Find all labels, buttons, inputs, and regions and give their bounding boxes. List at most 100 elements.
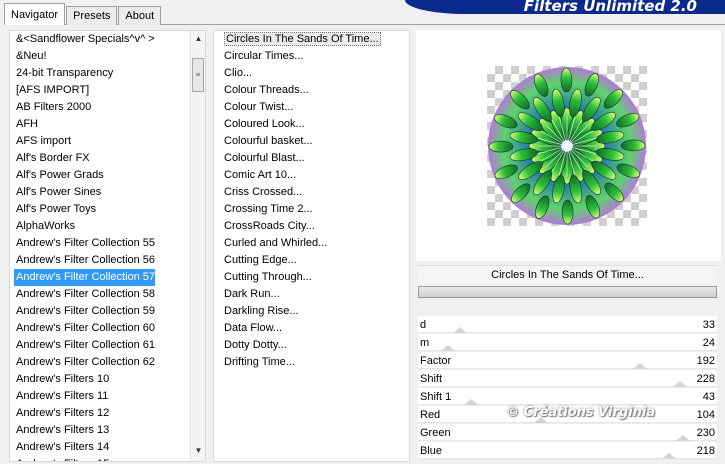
filter-item[interactable]: Comic Art 10... <box>214 167 409 184</box>
category-item[interactable]: AB Filters 2000 <box>10 99 205 116</box>
filter-item-label: Colour Threads... <box>224 84 309 96</box>
filter-item[interactable]: Cutting Edge... <box>214 252 409 269</box>
filter-item[interactable]: Cutting Through... <box>214 269 409 286</box>
slider-track <box>418 350 717 351</box>
category-item[interactable]: Alf's Power Sines <box>10 184 205 201</box>
category-item[interactable]: Andrew's Filter Collection 62 <box>10 354 205 371</box>
banner-title: Filters Unlimited 2.0 <box>523 0 697 14</box>
category-item[interactable]: Andrew's Filter Collection 60 <box>10 320 205 337</box>
filter-item[interactable]: Circular Times... <box>214 48 409 65</box>
category-item[interactable]: Andrew's Filters 11 <box>10 388 205 405</box>
filter-item[interactable]: Data Flow... <box>214 320 409 337</box>
filter-item[interactable]: CrossRoads City... <box>214 218 409 235</box>
param-slider[interactable]: Shift 228 <box>418 370 717 388</box>
filter-item-label: Clio... <box>224 67 253 79</box>
filter-item[interactable]: Colourful Blast... <box>214 150 409 167</box>
filter-item-label: Circular Times... <box>224 50 304 62</box>
filter-title: Circles In The Sands Of Time... <box>418 265 717 284</box>
filter-list[interactable]: Circles In The Sands Of Time... Circular … <box>213 30 410 462</box>
slider-thumb[interactable] <box>441 345 456 351</box>
slider-thumb[interactable] <box>661 453 676 459</box>
category-item[interactable]: Alf's Border FX <box>10 150 205 167</box>
scroll-thumb[interactable]: ≡ <box>192 58 204 92</box>
filter-item[interactable]: Dotty Dotty... <box>214 337 409 354</box>
filter-item-label: Colourful basket... <box>224 135 313 147</box>
category-item[interactable]: Andrew's Filter Collection 56 <box>10 252 205 269</box>
preview-petal <box>560 67 573 93</box>
slider-track <box>418 422 717 423</box>
category-item[interactable]: Andrew's Filter Collection 61 <box>10 337 205 354</box>
preview-pane <box>416 30 721 261</box>
category-item[interactable]: Andrew's Filters 10 <box>10 371 205 388</box>
filter-item[interactable]: Criss Crossed... <box>214 184 409 201</box>
filter-item-label: Criss Crossed... <box>224 186 303 198</box>
category-item[interactable]: Andrew's Filter Collection 59 <box>10 303 205 320</box>
tab-strip: Navigator Presets About <box>4 3 162 25</box>
category-item[interactable]: AlphaWorks <box>10 218 205 235</box>
category-item[interactable]: AFH <box>10 116 205 133</box>
tab-about[interactable]: About <box>118 6 162 25</box>
filter-items: Circles In The Sands Of Time... Circular … <box>214 31 409 371</box>
filter-item[interactable]: Coloured Look... <box>214 116 409 133</box>
category-item[interactable]: Andrew's Filter Collection 55 <box>10 235 205 252</box>
filter-item[interactable]: Curled and Whirled... <box>214 235 409 252</box>
filter-item[interactable]: Colourful basket... <box>214 133 409 150</box>
slider-track <box>418 440 717 441</box>
filter-item-label: Data Flow... <box>224 322 283 334</box>
param-slider[interactable]: Blue 218 <box>418 442 717 460</box>
preview-petal <box>561 199 574 225</box>
preview-image <box>488 67 646 225</box>
preview-petal <box>488 140 514 153</box>
filter-item-label: Crossing Time 2... <box>224 203 313 215</box>
slider-thumb[interactable] <box>673 381 688 387</box>
filter-item-label: Curled and Whirled... <box>224 237 328 249</box>
filter-item[interactable]: Colour Threads... <box>214 82 409 99</box>
tab-presets[interactable]: Presets <box>66 6 118 25</box>
filter-item[interactable]: Circles In The Sands Of Time... <box>214 31 409 48</box>
app-banner: Filters Unlimited 2.0 <box>405 0 725 14</box>
category-item[interactable]: Andrew's Filters 12 <box>10 405 205 422</box>
category-item[interactable]: AFS import <box>10 133 205 150</box>
slider-thumb[interactable] <box>676 435 690 441</box>
param-slider[interactable]: Factor 192 <box>418 352 717 370</box>
filter-item[interactable]: Drifting Time... <box>214 354 409 371</box>
category-item[interactable]: Andrew's Filters 14 <box>10 439 205 456</box>
filter-item-label: Dotty Dotty... <box>224 339 287 351</box>
category-items: &<Sandflower Specials^v^ > &Neu! 24-bit Tr… <box>10 31 205 461</box>
param-slider[interactable]: m 24 <box>418 334 717 352</box>
filter-item-label: Comic Art 10... <box>224 169 297 181</box>
tab-navigator[interactable]: Navigator <box>4 3 66 25</box>
filter-item[interactable]: Dark Run... <box>214 286 409 303</box>
slider-thumb[interactable] <box>632 363 647 369</box>
filter-item-label: CrossRoads City... <box>224 220 315 232</box>
filter-item[interactable]: Darkling Rise... <box>214 303 409 320</box>
parameter-sliders: d 33 m 24 Factor 192 Shift 228 Shift 1 43 Red 104 Gr… <box>418 316 717 460</box>
filter-item-label: Colour Twist... <box>224 101 294 113</box>
filter-item-label: Colourful Blast... <box>224 152 305 164</box>
category-item[interactable]: 24-bit Transparency <box>10 65 205 82</box>
filter-item-label: Drifting Time... <box>224 356 295 368</box>
category-item[interactable]: Andrew's Filter Collection 58 <box>10 286 205 303</box>
category-item[interactable]: [AFS IMPORT] <box>10 82 205 99</box>
slider-thumb[interactable] <box>464 399 479 405</box>
category-list[interactable]: &<Sandflower Specials^v^ > &Neu! 24-bit Tr… <box>9 30 206 462</box>
category-item[interactable]: Andrew's Filter Collection 57 <box>14 269 155 286</box>
watermark: © Créations Virginia <box>506 405 656 420</box>
category-item[interactable]: Alf's Power Toys <box>10 201 205 218</box>
progress-bar <box>418 286 717 298</box>
slider-thumb[interactable] <box>452 327 467 333</box>
filter-item[interactable]: Colour Twist... <box>214 99 409 116</box>
category-item[interactable]: Andrew's Filters 13 <box>10 422 205 439</box>
category-item[interactable]: Andrew's Filters 15 <box>10 456 205 461</box>
filter-item[interactable]: Clio... <box>214 65 409 82</box>
arrow-up-icon[interactable]: ▲ <box>191 31 205 47</box>
category-scrollbar[interactable]: ▲ ≡ ▼ <box>190 31 205 461</box>
param-slider[interactable]: Green 230 <box>418 424 717 442</box>
arrow-down-icon[interactable]: ▼ <box>191 443 205 459</box>
param-slider[interactable]: Shift 1 43 <box>418 388 717 406</box>
filter-item[interactable]: Crossing Time 2... <box>214 201 409 218</box>
param-slider[interactable]: d 33 <box>418 316 717 334</box>
category-item[interactable]: &Neu! <box>10 48 205 65</box>
category-item[interactable]: &<Sandflower Specials^v^ > <box>10 31 205 48</box>
category-item[interactable]: Alf's Power Grads <box>10 167 205 184</box>
